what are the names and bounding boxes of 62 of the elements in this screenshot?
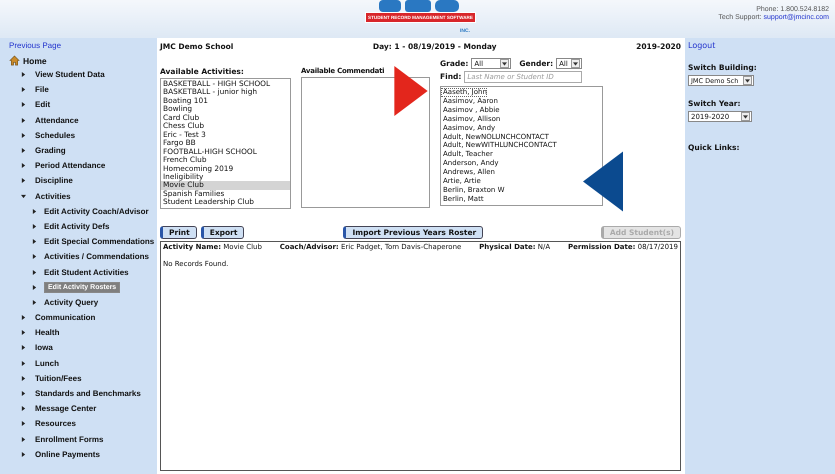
submenu-item[interactable]: Edit Activity Coach/Advisor xyxy=(44,206,149,216)
expand-arrow-icon[interactable] xyxy=(21,194,26,199)
submenu-item[interactable]: Activities / Commendations xyxy=(44,252,149,262)
expand-arrow-icon xyxy=(32,284,37,290)
expand-arrow-icon[interactable] xyxy=(21,87,26,92)
menu-item[interactable]: Message Center xyxy=(35,404,96,414)
menu-item[interactable]: Activities xyxy=(35,192,71,201)
menu-item[interactable]: Resources xyxy=(35,419,76,428)
expand-arrow-icon xyxy=(32,208,37,214)
menu-item[interactable]: Lunch xyxy=(35,358,59,368)
expand-arrow-icon xyxy=(32,270,37,275)
expand-arrow-icon[interactable] xyxy=(21,436,26,442)
previous-page-link[interactable]: Previous Page xyxy=(9,41,62,50)
submenu-item[interactable]: Edit Special Commendations xyxy=(44,237,154,246)
students-list[interactable] xyxy=(440,86,603,206)
menu-item[interactable]: Iowa xyxy=(35,343,53,352)
menu-item[interactable]: Online Payments xyxy=(35,450,100,459)
expand-arrow-icon[interactable] xyxy=(21,345,26,350)
menu-item[interactable]: Period Attendance xyxy=(35,161,106,170)
commendations-list[interactable] xyxy=(301,77,430,208)
submenu-item[interactable]: Activity Query xyxy=(44,298,98,307)
submenu-item[interactable]: Edit Student Activities xyxy=(44,268,129,277)
expand-arrow-icon[interactable] xyxy=(21,148,26,154)
expand-arrow-icon[interactable] xyxy=(21,315,26,320)
expand-arrow-icon[interactable] xyxy=(21,330,26,336)
expand-arrow-icon[interactable] xyxy=(21,118,26,123)
expand-arrow-icon[interactable] xyxy=(21,406,26,412)
menu-item[interactable]: Grading xyxy=(35,146,66,156)
home-icon xyxy=(9,55,20,66)
expand-arrow-icon xyxy=(32,254,37,260)
expand-arrow-icon[interactable] xyxy=(21,360,26,366)
menu-item[interactable]: Enrollment Forms xyxy=(35,434,104,444)
expand-arrow-icon[interactable] xyxy=(21,421,26,426)
menu-item[interactable]: View Student Data xyxy=(35,70,105,80)
expand-arrow-icon[interactable] xyxy=(21,376,26,381)
expand-arrow-icon xyxy=(32,239,37,244)
activities-list[interactable] xyxy=(160,78,291,209)
expand-arrow-icon xyxy=(32,300,37,305)
expand-arrow-icon[interactable] xyxy=(21,132,26,138)
menu-item[interactable]: Discipline xyxy=(35,176,73,186)
expand-arrow-icon[interactable] xyxy=(21,178,26,184)
submenu-item[interactable]: Edit Activity Defs xyxy=(44,222,110,231)
menu-item[interactable]: Standards and Benchmarks xyxy=(35,389,141,398)
expand-arrow-icon xyxy=(32,224,37,229)
home-link[interactable]: Home xyxy=(23,56,47,66)
expand-arrow-icon[interactable] xyxy=(21,72,26,78)
dropdown-icon xyxy=(741,112,750,121)
menu-item[interactable]: Attendance xyxy=(35,116,79,125)
dropdown-icon xyxy=(571,59,580,68)
dropdown-icon xyxy=(743,76,752,85)
expand-arrow-icon[interactable] xyxy=(21,163,26,168)
expand-arrow-icon[interactable] xyxy=(21,391,26,396)
logout-link[interactable]: Logout xyxy=(688,41,716,50)
expand-arrow-icon[interactable] xyxy=(21,452,26,457)
menu-item[interactable]: Edit xyxy=(35,100,50,110)
menu-item[interactable]: File xyxy=(35,85,49,94)
menu-item[interactable]: Communication xyxy=(35,313,96,322)
menu-item[interactable]: Schedules xyxy=(35,130,76,140)
menu-item[interactable]: Tuition/Fees xyxy=(35,374,82,383)
expand-arrow-icon[interactable] xyxy=(21,102,26,108)
menu-item[interactable]: Health xyxy=(35,328,60,338)
dropdown-icon xyxy=(500,59,510,68)
